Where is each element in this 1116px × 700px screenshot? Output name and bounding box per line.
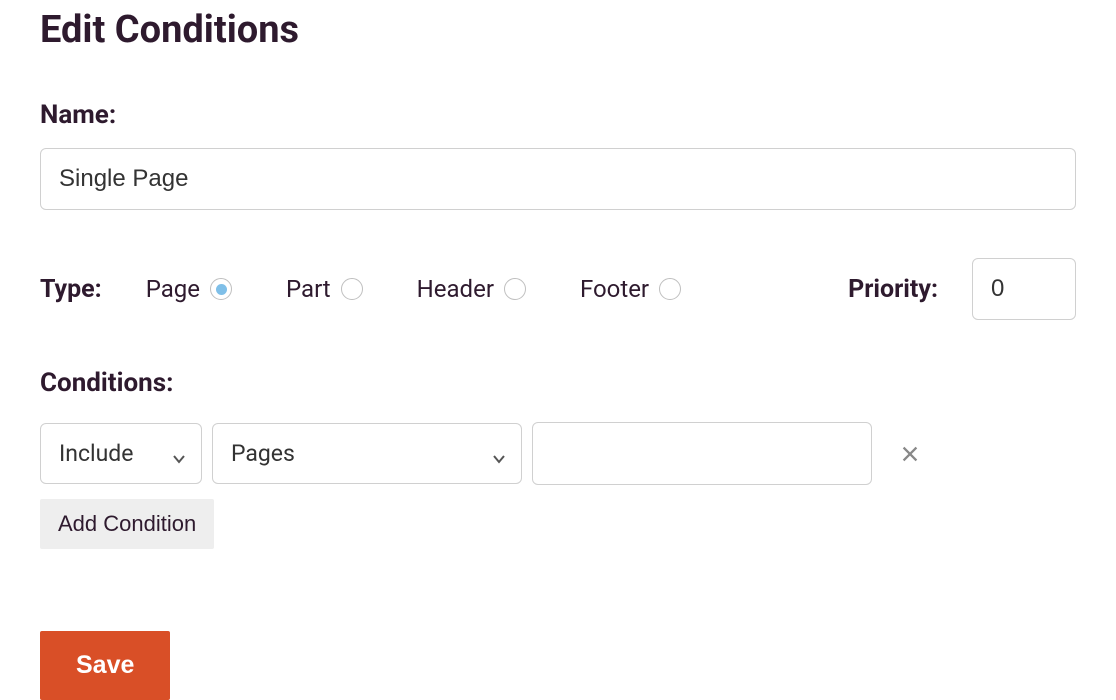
condition-inclusion-select[interactable]: Include — [40, 423, 202, 484]
type-radio-part[interactable]: Part — [286, 275, 363, 303]
type-radio-group: Page Part Header Footer — [146, 275, 681, 303]
condition-scope-value: Pages — [231, 440, 295, 467]
conditions-label: Conditions: — [40, 368, 1076, 398]
type-radio-footer[interactable]: Footer — [580, 275, 681, 303]
page-title: Edit Conditions — [40, 8, 1076, 52]
radio-indicator — [341, 278, 363, 300]
name-input[interactable] — [40, 148, 1076, 210]
chevron-down-icon — [171, 446, 187, 462]
condition-scope-select[interactable]: Pages — [212, 423, 522, 484]
priority-input[interactable] — [972, 258, 1076, 320]
close-icon — [899, 443, 921, 465]
add-condition-button[interactable]: Add Condition — [40, 499, 214, 549]
type-radio-page-label: Page — [146, 275, 200, 303]
condition-value-input[interactable] — [532, 422, 872, 485]
radio-indicator — [504, 278, 526, 300]
type-radio-part-label: Part — [286, 275, 331, 303]
name-section: Name: — [40, 100, 1076, 210]
radio-indicator — [210, 278, 232, 300]
type-radio-page[interactable]: Page — [146, 275, 232, 303]
name-label: Name: — [40, 100, 1076, 130]
condition-inclusion-value: Include — [59, 440, 133, 467]
type-radio-header-label: Header — [417, 275, 494, 303]
type-radio-header[interactable]: Header — [417, 275, 526, 303]
priority-block: Priority: — [848, 258, 1076, 320]
type-radio-footer-label: Footer — [580, 275, 649, 303]
conditions-section: Conditions: Include Pages Add Condition — [40, 368, 1076, 549]
remove-condition-button[interactable] — [890, 434, 930, 474]
radio-indicator — [659, 278, 681, 300]
save-button[interactable]: Save — [40, 631, 170, 700]
type-row: Type: Page Part Header Footer Priority: — [40, 258, 1076, 320]
condition-row: Include Pages — [40, 422, 1076, 485]
type-label: Type: — [40, 275, 102, 304]
chevron-down-icon — [491, 446, 507, 462]
priority-label: Priority: — [848, 275, 938, 304]
